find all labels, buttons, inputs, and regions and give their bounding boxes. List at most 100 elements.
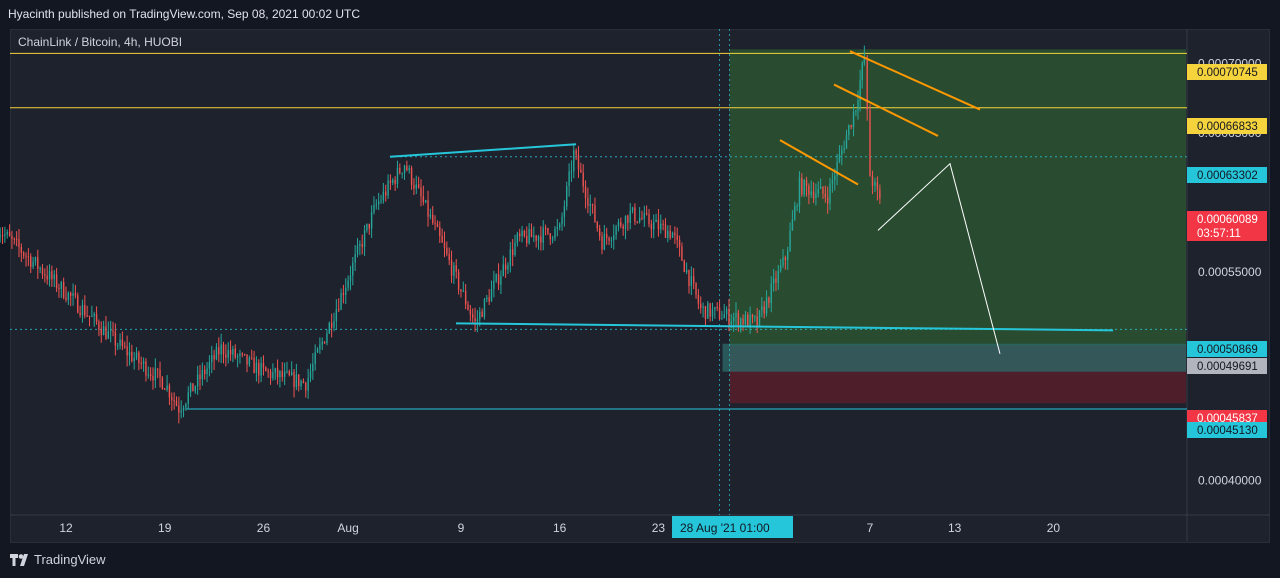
candle-body (1, 235, 4, 237)
candle-body (37, 257, 39, 269)
candle-body (591, 204, 594, 206)
candle-body (255, 362, 258, 374)
candle-body (852, 111, 855, 128)
candle-body (53, 274, 55, 280)
candle-body (615, 226, 617, 236)
candle-body (716, 307, 718, 309)
candle-body (262, 363, 265, 368)
candle-body (267, 370, 269, 372)
candle-body (516, 233, 519, 243)
candle-body (58, 288, 60, 290)
candle-body (102, 326, 105, 336)
candle-body (424, 200, 427, 203)
candle-body (460, 289, 462, 292)
candle-body (95, 313, 98, 322)
candle-body (269, 371, 272, 378)
candle-body (361, 243, 363, 248)
price-chart[interactable]: 12 19 26 Aug 9 16 23 7 13 20 28 Aug '21 01:00 0.000… (0, 0, 1280, 578)
candle-body (305, 382, 307, 391)
candle-body (608, 237, 610, 241)
candle-body (667, 230, 669, 238)
candle-body (100, 329, 102, 336)
candle-body (274, 368, 276, 373)
candle-body (232, 348, 234, 355)
time-axis-tick-label: 9 (458, 521, 465, 535)
candle-body (580, 169, 582, 173)
candle-body (406, 165, 408, 171)
candle-body (671, 232, 674, 238)
candle-body (617, 221, 620, 227)
candle-body (156, 368, 159, 370)
candle-body (206, 368, 208, 375)
candle-body (563, 206, 566, 217)
candle-body (829, 183, 831, 204)
candle-body (822, 186, 824, 194)
candle-body (744, 314, 747, 325)
candle-body (542, 227, 544, 243)
time-axis-tick-label: 20 (1047, 521, 1061, 535)
candle-body (476, 319, 479, 322)
candle-body (211, 355, 213, 363)
candle-body (272, 372, 274, 378)
candle-body (523, 230, 526, 236)
candle-body (312, 363, 314, 372)
candle-body (281, 371, 283, 377)
candle-body (725, 309, 728, 315)
candle-body (171, 397, 173, 400)
candle-body (403, 165, 406, 173)
candle-body (826, 197, 829, 204)
candle-body (855, 110, 857, 112)
footer-brand: TradingView (34, 552, 106, 567)
candle-body (530, 229, 533, 238)
time-axis-tick-label: 23 (652, 521, 666, 535)
candle-body (808, 185, 810, 195)
time-axis-tick-label: 12 (59, 521, 73, 535)
upper-trendline (389, 143, 577, 158)
candle-body (641, 217, 643, 219)
candle-body (869, 109, 871, 177)
candle-body (131, 351, 133, 362)
candle-body (812, 191, 815, 199)
price-badge-value: 0.00049691 (1197, 361, 1258, 373)
candle-body (446, 247, 448, 254)
candle-body (810, 191, 812, 195)
candle-body (655, 219, 657, 223)
candle-body (464, 290, 467, 305)
candle-body (831, 179, 834, 184)
candle-body (178, 405, 180, 413)
candle-body (62, 282, 65, 298)
candle-body (838, 154, 841, 163)
candle-body (429, 214, 432, 217)
candle-body (573, 150, 575, 172)
candle-body (342, 293, 345, 296)
candle-body (415, 184, 417, 189)
candle-body (253, 357, 255, 374)
candle-body (349, 275, 352, 281)
candle-body (493, 280, 495, 289)
candle-body (697, 294, 700, 304)
candle-body (488, 297, 490, 302)
candle-body (166, 385, 168, 390)
candle-body (338, 309, 340, 311)
candle-body (145, 361, 147, 376)
candle-body (535, 235, 537, 241)
candle-body (39, 268, 41, 270)
price-badge-value: 0.00066833 (1197, 121, 1258, 133)
candle-body (427, 200, 429, 217)
candle-body (747, 314, 749, 327)
candle-body (495, 274, 497, 281)
candle-body (265, 367, 267, 371)
candle-body (86, 315, 88, 317)
candle-body (114, 331, 117, 346)
candle-body (25, 255, 27, 257)
candle-body (354, 254, 356, 263)
candle-body (34, 257, 37, 262)
candle-body (382, 191, 385, 201)
candle-body (30, 256, 32, 267)
candle-body (848, 125, 850, 136)
candle-body (554, 228, 556, 239)
candle-body (533, 235, 535, 238)
candle-body (879, 189, 881, 199)
candle-body (298, 374, 300, 387)
candle-body (676, 234, 678, 240)
